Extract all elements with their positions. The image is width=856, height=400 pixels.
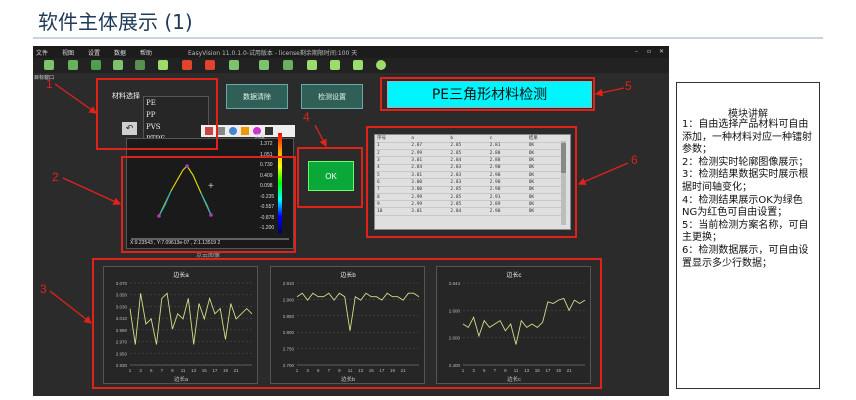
title-divider bbox=[33, 37, 823, 39]
tool-icon[interactable] bbox=[265, 127, 273, 135]
callout-number-5: 5 bbox=[625, 79, 632, 93]
user-icon[interactable] bbox=[135, 60, 145, 70]
display-icon[interactable] bbox=[330, 60, 340, 70]
toolbar bbox=[33, 58, 669, 73]
callout-number-6: 6 bbox=[631, 153, 638, 167]
callout-number-1: 1 bbox=[46, 77, 53, 91]
stop-icon[interactable] bbox=[229, 60, 239, 70]
callout-number-4: 4 bbox=[303, 110, 310, 124]
sync-icon[interactable] bbox=[353, 60, 363, 70]
callout-box-1 bbox=[96, 78, 218, 150]
run-icon[interactable] bbox=[158, 60, 168, 70]
callout-box-3 bbox=[92, 258, 602, 389]
colorbar-tick: 1.372 bbox=[260, 141, 273, 147]
explanation-line: 3：检测结果数据实时展示根据时间轴变化； bbox=[682, 169, 809, 193]
explanation-line: 4：检测结果展示OK为绿色NG为红色可自由设置； bbox=[682, 194, 803, 219]
tool-icon[interactable] bbox=[229, 127, 237, 135]
callout-box-5 bbox=[380, 77, 595, 111]
lock-icon[interactable] bbox=[307, 60, 317, 70]
slide: 软件主体展示 (1) 文件 视图 设置 数据 帮助 EasyVision 11.… bbox=[0, 0, 856, 400]
new-icon[interactable] bbox=[68, 60, 78, 70]
callout-number-2: 2 bbox=[52, 170, 59, 184]
window-title: EasyVision 11.0.1.0-试用版本 - license剩余期限时间… bbox=[188, 50, 358, 57]
callout-box-6 bbox=[366, 126, 577, 238]
colorbar-title: 高度 bbox=[255, 134, 266, 140]
tool-icon[interactable] bbox=[241, 127, 249, 135]
explanation-line: 5：当前检测方案名称，可自主更换； bbox=[682, 219, 809, 244]
refresh-icon[interactable] bbox=[205, 60, 215, 70]
menu-data[interactable]: 数据 bbox=[114, 48, 126, 57]
arrow-right-icon[interactable] bbox=[182, 60, 192, 70]
explanation-line: 2：检测实时轮廓图像展示； bbox=[682, 156, 809, 168]
detect-settings-button[interactable]: 检测设置 bbox=[301, 84, 363, 109]
callout-box-4 bbox=[297, 147, 363, 208]
callout-box-2 bbox=[121, 156, 296, 253]
callout-number-3: 3 bbox=[40, 282, 47, 296]
menu-view[interactable]: 视图 bbox=[62, 48, 74, 57]
menu-file[interactable]: 文件 bbox=[36, 48, 48, 57]
close-icon[interactable]: ✕ bbox=[659, 48, 664, 55]
tool-icon[interactable] bbox=[217, 127, 225, 135]
restore-icon[interactable]: ▫ bbox=[647, 48, 651, 55]
open-icon[interactable] bbox=[91, 60, 101, 70]
explanation-body: 1：自由选择产品材料可自由添加，一种材料对应一种镭射参数； 2：检测实时轮廓图像… bbox=[682, 119, 818, 270]
menu-bar: 文件 视图 设置 数据 帮助 EasyVision 11.0.1.0-试用版本 … bbox=[33, 46, 669, 58]
camera-icon[interactable] bbox=[259, 60, 269, 70]
slide-title: 软件主体展示 (1) bbox=[38, 10, 193, 34]
clear-data-button[interactable]: 数据清除 bbox=[226, 84, 288, 109]
module-explanation: 模块讲解 1：自由选择产品材料可自由添加，一种材料对应一种镭射参数； 2：检测实… bbox=[676, 82, 820, 389]
clipboard-icon[interactable] bbox=[283, 60, 293, 70]
explanation-title: 模块讲解 bbox=[728, 109, 768, 120]
list-icon[interactable] bbox=[44, 60, 54, 70]
menu-settings[interactable]: 设置 bbox=[88, 48, 100, 57]
minimize-icon[interactable]: – bbox=[635, 48, 638, 55]
save-icon[interactable] bbox=[113, 60, 123, 70]
menu-help[interactable]: 帮助 bbox=[140, 48, 152, 57]
info-icon[interactable] bbox=[376, 60, 386, 70]
explanation-line: 6：检测数据展示，可自由设置显示多少行数据； bbox=[682, 244, 809, 269]
explanation-line: 1：自由选择产品材料可自由添加，一种材料对应一种镭射参数； bbox=[682, 119, 812, 156]
